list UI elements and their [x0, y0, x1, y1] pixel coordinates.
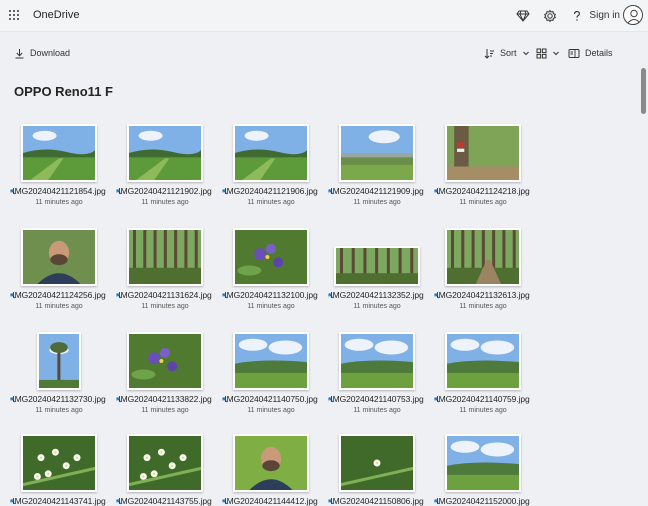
thumbnail-container [436, 434, 530, 492]
app-launcher-icon[interactable] [9, 10, 19, 20]
photo-thumbnail[interactable] [127, 332, 203, 390]
file-name[interactable]: IMG20240421152000.jpg [436, 496, 530, 506]
thumbnail-container [330, 228, 424, 286]
photo-thumbnail[interactable] [334, 246, 420, 286]
thumbnail-container [436, 124, 530, 182]
sort-button[interactable]: Sort [484, 46, 530, 60]
download-label: Download [30, 48, 71, 58]
command-bar: Download Sort Details [0, 32, 648, 72]
view-grid-icon [536, 48, 547, 58]
thumbnail-container [224, 332, 318, 390]
scrollbar-thumb[interactable] [641, 68, 646, 114]
photo-thumbnail[interactable] [37, 332, 81, 390]
photo-thumbnail[interactable] [21, 434, 97, 492]
account-icon[interactable] [623, 5, 643, 25]
thumbnail-container [12, 434, 106, 492]
view-switcher-button[interactable] [536, 46, 560, 60]
file-name[interactable]: IMG20240421140759.jpg [436, 394, 530, 404]
photo-thumbnail[interactable] [127, 228, 203, 286]
details-label: Details [585, 48, 613, 58]
sort-label: Sort [500, 48, 517, 58]
photo-thumbnail[interactable] [445, 434, 521, 492]
file-name[interactable]: IMG20240421143755.jpg [118, 496, 212, 506]
thumbnail-container [12, 124, 106, 182]
premium-diamond-icon[interactable] [514, 7, 532, 25]
file-modified: 11 minutes ago [35, 303, 83, 310]
photo-thumbnail[interactable] [339, 434, 415, 492]
thumbnail-container [224, 124, 318, 182]
thumbnail-container [12, 228, 106, 286]
file-modified: 11 minutes ago [353, 199, 401, 206]
file-modified: 11 minutes ago [141, 303, 189, 310]
settings-gear-icon[interactable] [541, 7, 559, 25]
thumbnail-container [12, 332, 106, 390]
file-name[interactable]: IMG20240421121909.jpg [330, 186, 424, 196]
file-name[interactable]: IMG20240421143741.jpg [12, 496, 106, 506]
file-name[interactable]: IMG20240421144412.jpg [224, 496, 318, 506]
help-icon[interactable] [568, 7, 586, 25]
photo-thumbnail[interactable] [445, 228, 521, 286]
sign-in-link[interactable]: Sign in [589, 10, 620, 21]
file-name[interactable]: IMG20240421121906.jpg [224, 186, 318, 196]
thumbnail-container [330, 332, 424, 390]
photo-thumbnail[interactable] [445, 124, 521, 182]
download-icon [15, 48, 24, 58]
file-modified: 11 minutes ago [35, 407, 83, 414]
file-name[interactable]: IMG20240421140750.jpg [224, 394, 318, 404]
file-name[interactable]: IMG20240421121854.jpg [12, 186, 106, 196]
details-button[interactable]: Details [568, 46, 613, 60]
file-name[interactable]: IMG20240421150806.jpg [330, 496, 424, 506]
file-modified: 11 minutes ago [459, 407, 507, 414]
file-name[interactable]: IMG20240421132100.jpg [224, 290, 318, 300]
file-modified: 11 minutes ago [247, 303, 295, 310]
photo-thumbnail[interactable] [445, 332, 521, 390]
thumbnail-container [224, 228, 318, 286]
file-name[interactable]: IMG20240421132352.jpg [330, 290, 424, 300]
file-name[interactable]: IMG20240421133822.jpg [118, 394, 212, 404]
photo-thumbnail[interactable] [127, 124, 203, 182]
file-modified: 11 minutes ago [141, 407, 189, 414]
photo-thumbnail[interactable] [21, 124, 97, 182]
thumbnail-container [330, 434, 424, 492]
photo-thumbnail[interactable] [233, 332, 309, 390]
file-name[interactable]: IMG20240421132613.jpg [436, 290, 530, 300]
file-modified: 11 minutes ago [247, 199, 295, 206]
thumbnail-container [436, 228, 530, 286]
details-pane-icon [568, 48, 580, 58]
photo-thumbnail[interactable] [233, 434, 309, 492]
download-button[interactable]: Download [14, 46, 70, 60]
photo-thumbnail[interactable] [339, 124, 415, 182]
file-modified: 11 minutes ago [459, 199, 507, 206]
file-modified: 11 minutes ago [459, 303, 507, 310]
file-modified: 11 minutes ago [353, 407, 401, 414]
top-bar: OneDrive Sign in [0, 0, 648, 32]
thumbnail-container [118, 124, 212, 182]
photo-thumbnail[interactable] [233, 124, 309, 182]
file-name[interactable]: IMG20240421124218.jpg [436, 186, 530, 196]
chevron-down-icon [553, 51, 559, 56]
file-modified: 11 minutes ago [141, 199, 189, 206]
folder-title: OPPO Reno11 F [14, 84, 113, 99]
thumbnail-container [224, 434, 318, 492]
photo-thumbnail[interactable] [233, 228, 309, 286]
file-name[interactable]: IMG20240421121902.jpg [118, 186, 212, 196]
file-name[interactable]: IMG20240421131624.jpg [118, 290, 212, 300]
file-modified: 11 minutes ago [35, 199, 83, 206]
thumbnail-container [330, 124, 424, 182]
photo-thumbnail[interactable] [21, 228, 97, 286]
thumbnail-container [436, 332, 530, 390]
thumbnail-container [118, 434, 212, 492]
photo-thumbnail[interactable] [127, 434, 203, 492]
thumbnail-container [118, 228, 212, 286]
file-modified: 11 minutes ago [353, 303, 401, 310]
file-name[interactable]: IMG20240421140753.jpg [330, 394, 424, 404]
chevron-down-icon [522, 51, 529, 56]
file-modified: 11 minutes ago [247, 407, 295, 414]
file-name[interactable]: IMG20240421132730.jpg [12, 394, 106, 404]
photo-thumbnail[interactable] [339, 332, 415, 390]
file-name[interactable]: IMG20240421124256.jpg [12, 290, 106, 300]
app-title[interactable]: OneDrive [33, 9, 79, 21]
thumbnail-container [118, 332, 212, 390]
sort-icon [484, 48, 494, 59]
